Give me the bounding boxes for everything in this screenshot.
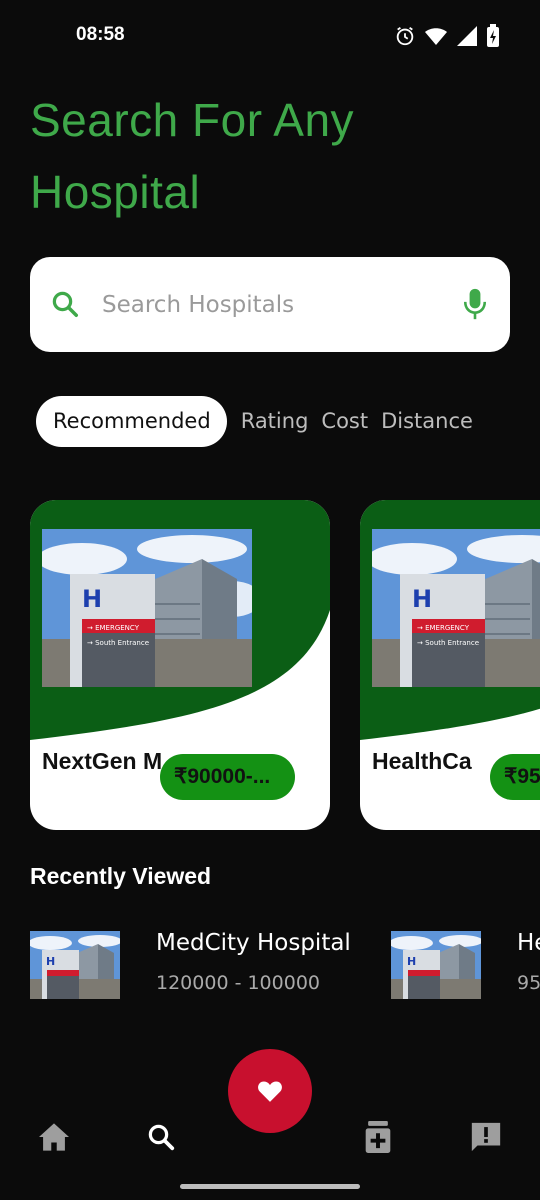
tab-cost[interactable]: Cost: [321, 409, 368, 433]
feedback-icon: [471, 1122, 501, 1152]
section-title-recently-viewed: Recently Viewed: [30, 863, 212, 889]
bottom-navigation: [0, 1110, 540, 1170]
recent-hospital-name: He: [517, 930, 540, 956]
home-icon: [39, 1123, 69, 1151]
hospital-thumbnail: H: [391, 931, 481, 999]
hospital-card[interactable]: H → EMERGENCY → South Entrance HealthCa …: [360, 500, 540, 830]
svg-text:H: H: [407, 955, 416, 968]
alarm-icon: [396, 26, 414, 46]
tab-distance[interactable]: Distance: [381, 409, 473, 433]
nav-medicine[interactable]: [358, 1117, 398, 1157]
search-input[interactable]: [102, 285, 432, 325]
svg-text:H: H: [412, 585, 432, 613]
price-badge: ₹95: [490, 754, 540, 800]
nav-home[interactable]: [34, 1117, 74, 1157]
mic-icon[interactable]: [462, 286, 488, 322]
price-badge: ₹90000-...: [160, 754, 295, 800]
tab-recommended[interactable]: Recommended: [36, 395, 227, 447]
battery-icon: [487, 24, 499, 47]
hospital-cards: H → EMERGENCY → South Entrance NextGen M…: [30, 500, 540, 830]
wifi-icon: [425, 28, 447, 45]
svg-text:→ EMERGENCY: → EMERGENCY: [417, 624, 470, 632]
status-bar: 08:58: [0, 0, 540, 72]
hospital-thumbnail: H: [30, 931, 120, 999]
svg-text:→ EMERGENCY: → EMERGENCY: [87, 624, 140, 632]
heart-icon: [258, 1081, 282, 1102]
hospital-image: H → EMERGENCY → South Entrance: [372, 529, 540, 687]
hospital-card[interactable]: H → EMERGENCY → South Entrance NextGen M…: [30, 500, 330, 830]
search-icon: [148, 1124, 175, 1151]
svg-text:→ South Entrance: → South Entrance: [417, 639, 479, 647]
svg-text:→ South Entrance: → South Entrance: [87, 639, 149, 647]
svg-text:H: H: [46, 955, 55, 968]
home-indicator: [180, 1184, 360, 1189]
search-bar[interactable]: [30, 257, 510, 352]
recent-hospital-name: MedCity Hospital: [156, 930, 351, 956]
recent-price-range: 120000 - 100000: [156, 972, 320, 994]
recent-price-range: 95: [517, 972, 540, 994]
page-title: Search For Any Hospital: [30, 94, 355, 218]
tab-rating[interactable]: Rating: [241, 409, 309, 433]
medicine-icon: [365, 1121, 391, 1153]
sort-tabs: Recommended Rating Cost Distance: [36, 395, 486, 447]
hospital-image: H → EMERGENCY → South Entrance: [42, 529, 252, 687]
search-icon: [52, 291, 78, 317]
status-time: 08:58: [76, 24, 125, 45]
recently-viewed-list: H MedCity Hospital 120000 - 100000 H He …: [30, 930, 540, 1002]
svg-text:H: H: [82, 585, 102, 613]
signal-icon: [457, 26, 477, 46]
status-icons: [394, 24, 500, 48]
nav-search[interactable]: [141, 1117, 181, 1157]
nav-feedback[interactable]: [466, 1117, 506, 1157]
